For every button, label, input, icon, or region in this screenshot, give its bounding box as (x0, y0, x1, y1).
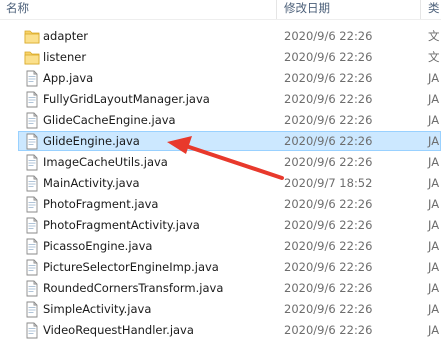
file-row[interactable]: PhotoFragmentActivity.java 2020/9/6 22:26… (0, 215, 441, 236)
java-file-icon (24, 217, 40, 234)
file-row[interactable]: GlideCacheEngine.java 2020/9/6 22:26 JA (0, 110, 441, 131)
column-header: 名称 修改日期 类 (0, 0, 441, 19)
file-name: PhotoFragment.java (43, 197, 159, 211)
file-type: JA (428, 260, 440, 274)
folder-row[interactable]: adapter 2020/9/6 22:26 文 (0, 26, 441, 47)
file-name: PicassoEngine.java (43, 239, 153, 253)
file-type: JA (428, 113, 440, 127)
modified-date: 2020/9/6 22:26 (284, 302, 373, 316)
modified-date: 2020/9/6 22:26 (284, 239, 373, 253)
modified-date: 2020/9/6 22:26 (284, 134, 373, 148)
file-type: JA (428, 71, 440, 85)
modified-date: 2020/9/6 22:26 (284, 113, 373, 127)
java-file-icon (24, 91, 40, 108)
file-type: JA (428, 134, 440, 148)
file-name: MainActivity.java (43, 176, 140, 190)
folder-icon (24, 49, 40, 66)
java-file-icon (24, 259, 40, 276)
java-file-icon (24, 175, 40, 192)
file-name: FullyGridLayoutManager.java (43, 92, 210, 106)
name-column-header[interactable]: 名称 (6, 0, 29, 19)
file-name: ImageCacheUtils.java (43, 155, 168, 169)
file-name: listener (43, 50, 87, 64)
file-row[interactable]: PicassoEngine.java 2020/9/6 22:26 JA (0, 236, 441, 257)
java-file-icon (24, 322, 40, 339)
file-row[interactable]: VideoRequestHandler.java 2020/9/6 22:26 JA (0, 320, 441, 341)
file-name: SimpleActivity.java (43, 302, 152, 316)
file-row[interactable]: PhotoFragment.java 2020/9/6 22:26 JA (0, 194, 441, 215)
modified-date: 2020/9/7 18:52 (284, 176, 373, 190)
file-type: JA (428, 218, 440, 232)
file-name: PictureSelectorEngineImp.java (43, 260, 219, 274)
folder-row[interactable]: listener 2020/9/6 22:26 文 (0, 47, 441, 68)
file-name: RoundedCornersTransform.java (43, 281, 224, 295)
file-type: 文 (428, 50, 440, 64)
file-type: JA (428, 302, 440, 316)
modified-date: 2020/9/6 22:26 (284, 260, 373, 274)
file-row[interactable]: ImageCacheUtils.java 2020/9/6 22:26 JA (0, 152, 441, 173)
file-name: GlideEngine.java (43, 134, 140, 148)
file-type: JA (428, 323, 440, 337)
modified-date: 2020/9/6 22:26 (284, 281, 373, 295)
modified-date: 2020/9/6 22:26 (284, 50, 373, 64)
file-name: App.java (43, 71, 94, 85)
java-file-icon (24, 301, 40, 318)
java-file-icon (24, 154, 40, 171)
java-file-icon (24, 133, 40, 150)
file-type: JA (428, 176, 440, 190)
file-type: JA (428, 197, 440, 211)
column-divider[interactable] (420, 0, 421, 19)
modified-date: 2020/9/6 22:26 (284, 29, 373, 43)
java-file-icon (24, 238, 40, 255)
modified-date: 2020/9/6 22:26 (284, 323, 373, 337)
modified-date: 2020/9/6 22:26 (284, 155, 373, 169)
file-type: JA (428, 92, 440, 106)
java-file-icon (24, 70, 40, 87)
java-file-icon (24, 196, 40, 213)
file-name: adapter (43, 29, 89, 43)
file-row[interactable]: App.java 2020/9/6 22:26 JA (0, 68, 441, 89)
modified-date: 2020/9/6 22:26 (284, 71, 373, 85)
date-column-header[interactable]: 修改日期 (284, 0, 330, 19)
file-list: adapter 2020/9/6 22:26 文 listener 2020/9/6 … (0, 26, 441, 341)
java-file-icon (24, 280, 40, 297)
file-row[interactable]: FullyGridLayoutManager.java 2020/9/6 22:2… (0, 89, 441, 110)
file-name: PhotoFragmentActivity.java (43, 218, 200, 232)
file-row[interactable]: RoundedCornersTransform.java 2020/9/6 22:… (0, 278, 441, 299)
column-divider[interactable] (276, 0, 277, 19)
file-type: JA (428, 239, 440, 253)
file-type: JA (428, 155, 440, 169)
file-row[interactable]: GlideEngine.java 2020/9/6 22:26 JA (0, 131, 441, 152)
modified-date: 2020/9/6 22:26 (284, 197, 373, 211)
header-divider (0, 19, 441, 20)
file-type: JA (428, 281, 440, 295)
java-file-icon (24, 112, 40, 129)
type-column-header[interactable]: 类 (428, 0, 440, 19)
folder-icon (24, 28, 40, 45)
modified-date: 2020/9/6 22:26 (284, 92, 373, 106)
file-row[interactable]: SimpleActivity.java 2020/9/6 22:26 JA (0, 299, 441, 320)
file-row[interactable]: MainActivity.java 2020/9/7 18:52 JA (0, 173, 441, 194)
file-row[interactable]: PictureSelectorEngineImp.java 2020/9/6 22… (0, 257, 441, 278)
modified-date: 2020/9/6 22:26 (284, 218, 373, 232)
file-name: VideoRequestHandler.java (43, 323, 194, 337)
file-type: 文 (428, 29, 440, 43)
file-name: GlideCacheEngine.java (43, 113, 176, 127)
